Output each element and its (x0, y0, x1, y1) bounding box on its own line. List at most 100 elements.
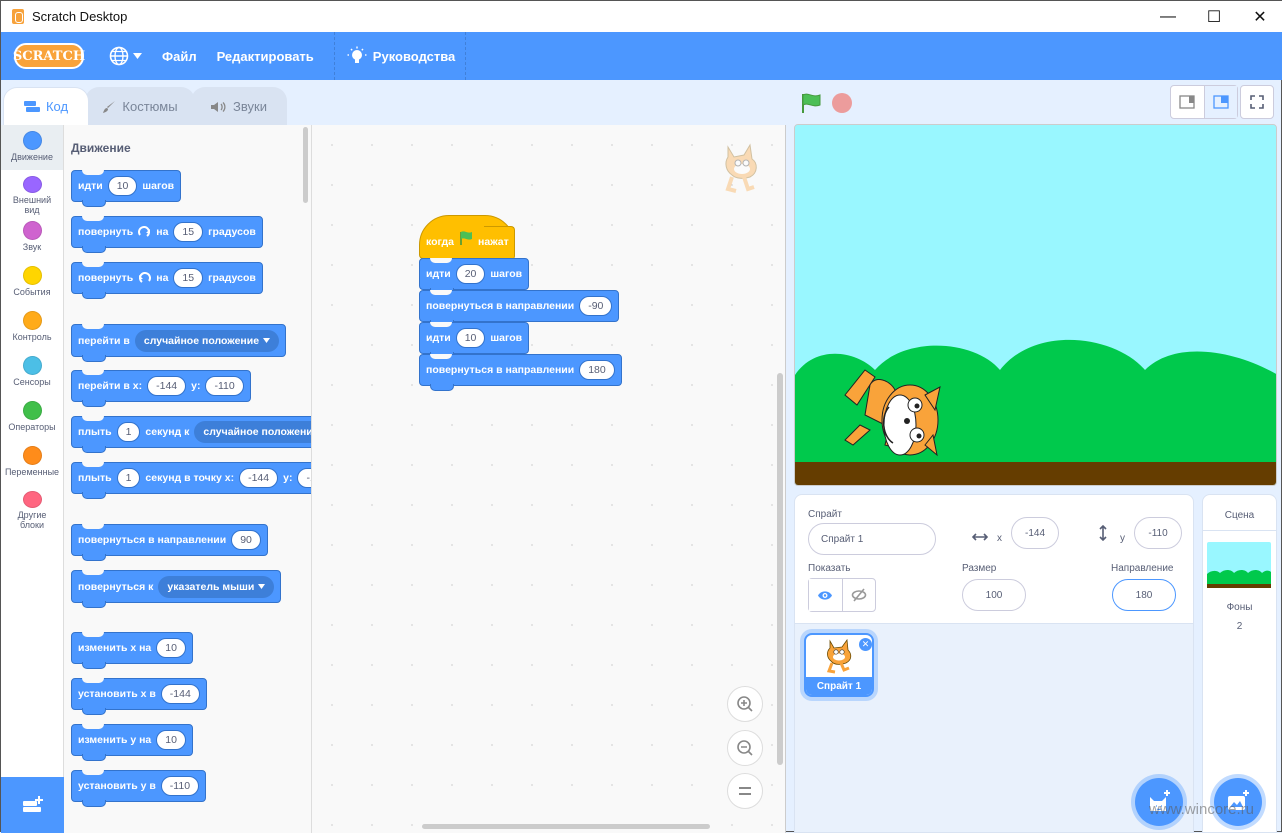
block-input[interactable]: -90 (579, 296, 613, 316)
fullscreen-button[interactable] (1240, 85, 1274, 119)
tutorials-menu[interactable]: Руководства (335, 32, 466, 80)
block-glide-xy[interactable]: плыть 1 секунд в точку x: -144 y: -11 (71, 462, 311, 499)
x-label: x (997, 533, 1002, 544)
category-my-blocks[interactable]: Другие блоки (1, 485, 63, 530)
show-sprite-button[interactable] (809, 579, 843, 611)
block-input[interactable]: -144 (160, 684, 200, 704)
script-block-move[interactable]: идти 20 шагов (419, 258, 530, 295)
zoom-reset-button[interactable] (727, 773, 763, 809)
palette-scrollbar[interactable] (303, 127, 308, 203)
small-stage-button[interactable] (1171, 86, 1205, 118)
direction-input[interactable]: 180 (1112, 579, 1176, 611)
script-block-point-direction[interactable]: повернуться в направлении 180 (419, 354, 622, 391)
block-goto[interactable]: перейти в случайное положение (71, 324, 287, 362)
block-input[interactable]: 10 (107, 176, 138, 196)
hide-sprite-button[interactable] (843, 579, 876, 611)
block-set-y[interactable]: установить у в -110 (71, 770, 207, 807)
direction-label: Направление (1111, 563, 1174, 574)
y-position-input[interactable]: -110 (1134, 517, 1182, 549)
stop-button[interactable] (832, 93, 852, 113)
minimize-button[interactable]: — (1145, 1, 1191, 32)
vertical-arrows-icon (1099, 525, 1107, 541)
workspace-vertical-scrollbar[interactable] (777, 373, 783, 765)
block-input[interactable]: 15 (173, 268, 204, 288)
language-menu[interactable] (99, 32, 152, 80)
stage-canvas[interactable] (794, 124, 1277, 486)
block-input[interactable]: 180 (579, 360, 615, 380)
sprite-name: Спрайт 1 (806, 677, 872, 695)
workspace-horizontal-scrollbar[interactable] (422, 824, 710, 829)
sprite-thumbnail[interactable]: ✕ Спрайт 1 (804, 633, 874, 697)
normal-stage-button[interactable] (1204, 86, 1237, 118)
x-position-input[interactable]: -144 (1011, 517, 1059, 549)
block-change-y[interactable]: изменить у на 10 (71, 724, 193, 761)
zoom-in-button[interactable] (727, 686, 763, 722)
block-point-direction[interactable]: повернуться в направлении 90 (71, 524, 268, 561)
block-input[interactable]: 10 (156, 730, 186, 750)
code-icon (23, 100, 40, 112)
block-dropdown[interactable]: указатель мыши (158, 575, 275, 598)
backdrop-thumbnail[interactable] (1207, 542, 1271, 588)
block-input[interactable]: -110 (205, 376, 244, 396)
block-dropdown[interactable]: случайное положение (134, 329, 280, 352)
stage-layout-toggle (1170, 85, 1238, 119)
sprite-watermark-icon (725, 143, 757, 193)
category-looks[interactable]: Внешний вид (1, 170, 63, 215)
category-events[interactable]: События (1, 260, 63, 305)
block-when-flag-clicked[interactable]: когда нажат (419, 215, 515, 260)
tab-costumes[interactable]: Костюмы (85, 87, 195, 125)
lightbulb-icon (347, 46, 367, 63)
tab-sounds[interactable]: Звуки (191, 87, 287, 125)
block-input[interactable]: 10 (156, 638, 186, 658)
block-change-x[interactable]: изменить х на 10 (71, 632, 193, 669)
maximize-button[interactable]: ☐ (1191, 1, 1237, 32)
block-input[interactable]: 1 (116, 468, 141, 488)
scratch-logo[interactable]: SCRATCH (13, 43, 85, 69)
block-input[interactable]: 10 (455, 328, 486, 348)
block-input[interactable]: -144 (147, 376, 187, 396)
category-dot-icon (22, 311, 42, 330)
block-input[interactable]: -144 (239, 468, 279, 488)
block-input[interactable]: 1 (116, 422, 141, 442)
size-input[interactable]: 100 (962, 579, 1026, 611)
block-text: повернуться к (78, 580, 154, 593)
category-variables[interactable]: Переменные (1, 440, 63, 485)
block-set-x[interactable]: установить х в -144 (71, 678, 207, 715)
caret-down-icon (133, 53, 142, 59)
category-control[interactable]: Контроль (1, 305, 63, 350)
category-label: Переменные (4, 467, 60, 477)
zoom-out-button[interactable] (727, 730, 763, 766)
block-point-towards[interactable]: повернуться к указатель мыши (71, 570, 282, 608)
file-menu[interactable]: Файл (152, 32, 207, 80)
menu-bar: SCRATCH Файл Редактировать Руководства (1, 32, 1282, 80)
app-icon (12, 9, 24, 24)
block-goto-xy[interactable]: перейти в x: -144 y: -110 (71, 370, 251, 407)
close-button[interactable]: ✕ (1237, 1, 1282, 32)
block-input[interactable]: 90 (231, 530, 261, 550)
category-operators[interactable]: Операторы (1, 395, 63, 440)
globe-icon (109, 46, 129, 66)
edit-menu[interactable]: Редактировать (207, 32, 334, 80)
block-input[interactable]: 20 (455, 264, 486, 284)
block-turn-left[interactable]: повернуть на 15 градусов (71, 262, 263, 299)
category-motion[interactable]: Движение (1, 125, 63, 170)
block-glide[interactable]: плыть 1 секунд к случайное положение (71, 416, 311, 453)
category-sensing[interactable]: Сенсоры (1, 350, 63, 395)
block-move-steps[interactable]: идти 10 шагов (71, 170, 182, 207)
category-label: Внешний вид (12, 195, 52, 215)
category-sound[interactable]: Звук (1, 215, 63, 260)
block-input[interactable]: -110 (160, 776, 200, 796)
script-block-point-direction[interactable]: повернуться в направлении -90 (419, 290, 620, 327)
green-flag-button[interactable] (800, 93, 822, 118)
block-dropdown[interactable]: случайное положение (194, 421, 311, 443)
script-block-move[interactable]: идти 10 шагов (419, 322, 530, 359)
sprite-name-input[interactable]: Спрайт 1 (808, 523, 936, 555)
tab-code[interactable]: Код (3, 87, 89, 125)
delete-sprite-button[interactable]: ✕ (859, 638, 872, 651)
block-input[interactable]: 15 (173, 222, 204, 242)
block-input[interactable]: -11 (297, 468, 311, 488)
script-workspace[interactable]: когда нажат идти 20 шагов повернуться в … (312, 125, 786, 833)
block-turn-right[interactable]: повернуть на 15 градусов (71, 216, 263, 253)
add-extension-button[interactable] (1, 777, 64, 833)
stage-selector-panel[interactable]: Сцена Фоны 2 (1202, 494, 1277, 833)
